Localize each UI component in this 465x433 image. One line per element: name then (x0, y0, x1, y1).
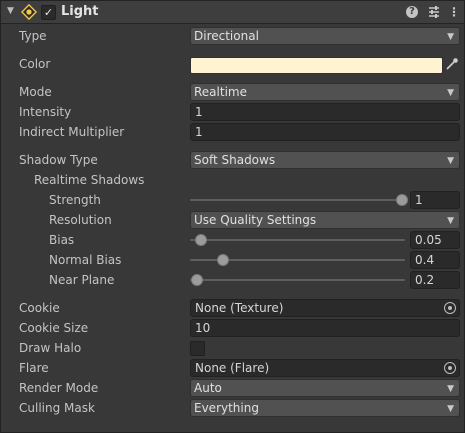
strength-slider-track[interactable] (190, 199, 405, 201)
intensity-label: Intensity (19, 105, 72, 119)
component-header[interactable]: ▼ ✓ Light ? ⋮ (1, 1, 464, 24)
indirect-multiplier-field[interactable]: 1 (190, 123, 460, 141)
bias-label: Bias (49, 233, 75, 247)
help-icon[interactable]: ? (406, 6, 418, 18)
near-plane-slider-track[interactable] (190, 279, 405, 281)
bias-field[interactable]: 0.05 (410, 231, 460, 249)
flare-object-field[interactable]: None (Flare) (190, 359, 460, 377)
near-plane-label: Near Plane (49, 273, 115, 287)
render-mode-label: Render Mode (19, 381, 99, 395)
presets-icon[interactable] (427, 5, 441, 19)
culling-mask-value: Everything (194, 401, 259, 415)
object-picker-icon[interactable] (444, 362, 456, 374)
dropdown-arrow-icon: ▼ (447, 216, 454, 226)
cookie-label: Cookie (19, 301, 60, 315)
dropdown-arrow-icon: ▼ (447, 88, 454, 98)
near-plane-slider-thumb[interactable] (191, 274, 203, 286)
realtime-shadows-label: Realtime Shadows (34, 173, 145, 187)
component-title: Light (61, 4, 99, 19)
normal-bias-slider-thumb[interactable] (217, 254, 229, 266)
bias-slider-thumb[interactable] (195, 234, 207, 246)
intensity-field[interactable]: 1 (190, 103, 460, 121)
normal-bias-label: Normal Bias (49, 253, 122, 267)
draw-halo-label: Draw Halo (19, 341, 82, 355)
flare-label: Flare (19, 361, 49, 375)
render-mode-value: Auto (194, 381, 222, 395)
mode-value: Realtime (194, 85, 247, 99)
component-enabled-checkbox[interactable]: ✓ (41, 5, 56, 20)
color-swatch[interactable] (190, 57, 443, 74)
culling-mask-dropdown[interactable]: Everything ▼ (190, 399, 460, 417)
render-mode-dropdown[interactable]: Auto ▼ (190, 379, 460, 397)
resolution-label: Resolution (49, 213, 112, 227)
type-dropdown[interactable]: Directional ▼ (190, 27, 460, 45)
eyedropper-icon[interactable] (445, 57, 459, 71)
dropdown-arrow-icon: ▼ (447, 32, 454, 42)
object-picker-icon[interactable] (444, 302, 456, 314)
shadow-type-dropdown[interactable]: Soft Shadows ▼ (190, 151, 460, 169)
strength-label: Strength (49, 193, 101, 207)
indirect-multiplier-label: Indirect Multiplier (19, 125, 125, 139)
cookie-object-field[interactable]: None (Texture) (190, 299, 460, 317)
more-options-icon[interactable]: ⋮ (447, 5, 461, 19)
bias-slider-track[interactable] (190, 239, 405, 241)
culling-mask-label: Culling Mask (19, 401, 95, 415)
resolution-dropdown[interactable]: Use Quality Settings ▼ (190, 211, 460, 229)
light-icon (21, 4, 37, 20)
cookie-size-field[interactable]: 10 (190, 319, 460, 337)
strength-slider-thumb[interactable] (396, 194, 408, 206)
flare-value: None (Flare) (195, 361, 270, 375)
foldout-arrow-icon[interactable]: ▼ (7, 6, 14, 16)
type-value: Directional (194, 29, 259, 43)
near-plane-field[interactable]: 0.2 (410, 271, 460, 289)
dropdown-arrow-icon: ▼ (447, 404, 454, 414)
mode-dropdown[interactable]: Realtime ▼ (190, 83, 460, 101)
shadow-type-label: Shadow Type (19, 153, 98, 167)
shadow-type-value: Soft Shadows (194, 153, 276, 167)
normal-bias-field[interactable]: 0.4 (410, 251, 460, 269)
color-label: Color (19, 57, 51, 71)
draw-halo-checkbox[interactable] (190, 341, 205, 356)
dropdown-arrow-icon: ▼ (447, 384, 454, 394)
strength-field[interactable]: 1 (410, 191, 460, 209)
cookie-value: None (Texture) (195, 301, 284, 315)
dropdown-arrow-icon: ▼ (447, 156, 454, 166)
cookie-size-label: Cookie Size (19, 321, 89, 335)
type-label: Type (19, 29, 47, 43)
mode-label: Mode (19, 85, 52, 99)
resolution-value: Use Quality Settings (194, 213, 317, 227)
